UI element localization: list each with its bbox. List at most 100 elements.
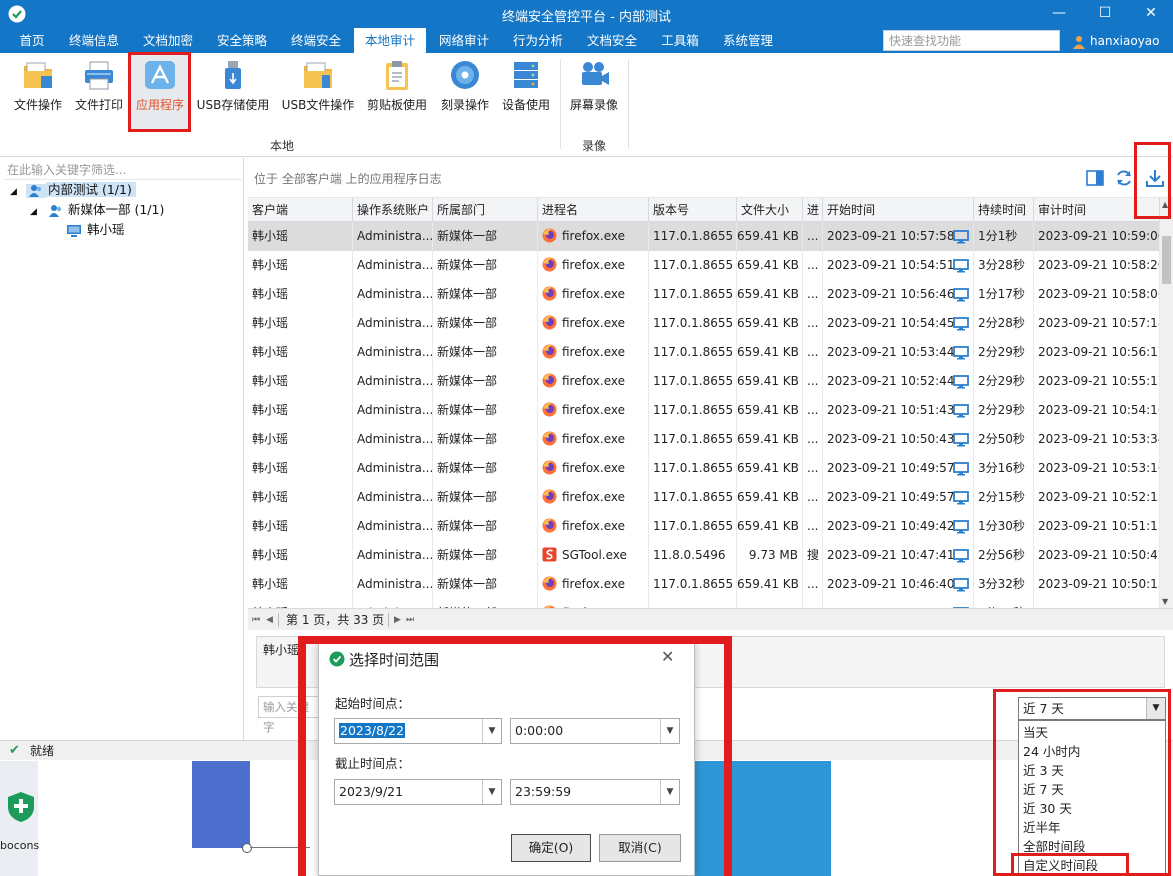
- quick-search-input[interactable]: 快速查找功能: [883, 30, 1060, 51]
- table-row[interactable]: 韩小瑶Administra...新媒体一部firefox.exe117.0.1.…: [248, 454, 1160, 483]
- scrollbar-thumb[interactable]: [1162, 236, 1171, 284]
- table-row[interactable]: 韩小瑶Administra...新媒体一部firefox.exe117.0.1.…: [248, 512, 1160, 541]
- screen-monitor-icon[interactable]: [953, 230, 969, 244]
- ribbon-group-record-label: 录像: [582, 139, 607, 153]
- cell-audit-time: 2023-09-21 10:50:07: [1034, 599, 1160, 608]
- resize-handle[interactable]: [242, 843, 252, 853]
- screen-monitor-icon[interactable]: [953, 346, 969, 360]
- security-shield-icon[interactable]: [6, 791, 36, 823]
- menu-item-home[interactable]: 首页: [8, 28, 56, 53]
- screen-monitor-icon[interactable]: [953, 433, 969, 447]
- screen-monitor-icon[interactable]: [953, 491, 969, 505]
- usb-folder-icon: [301, 59, 335, 91]
- tree-node-dept[interactable]: ◢ 新媒体一部 (1/1): [30, 200, 164, 220]
- table-row[interactable]: 韩小瑶Administra...新媒体一部firefox.exe117.0.1.…: [248, 599, 1160, 608]
- end-time-picker[interactable]: 23:59:59 ▼: [510, 779, 680, 805]
- table-row[interactable]: 韩小瑶Administra...新媒体一部firefox.exe117.0.1.…: [248, 396, 1160, 425]
- chevron-down-icon[interactable]: ▼: [660, 719, 679, 743]
- dialog-close-icon[interactable]: ✕: [661, 647, 674, 666]
- columns-panel-icon[interactable]: [1086, 170, 1104, 186]
- keyword-input[interactable]: 输入关键字: [258, 696, 320, 734]
- column-header-department[interactable]: 所属部门: [433, 198, 538, 222]
- usb-file-operation-button[interactable]: USB文件操作: [278, 53, 358, 133]
- table-row[interactable]: 韩小瑶Administra...新媒体一部firefox.exe117.0.1.…: [248, 251, 1160, 280]
- menu-item-doc-security[interactable]: 文档安全: [580, 28, 644, 53]
- screen-monitor-icon[interactable]: [953, 578, 969, 592]
- screen-monitor-icon[interactable]: [953, 404, 969, 418]
- tree-node-user[interactable]: 韩小瑶: [66, 220, 125, 240]
- screen-recording-button[interactable]: 屏幕录像: [565, 53, 623, 133]
- clipboard-usage-button[interactable]: 剪贴板使用: [363, 53, 431, 133]
- menu-item-security-policy[interactable]: 安全策略: [210, 28, 274, 53]
- menu-item-terminal-info[interactable]: 终端信息: [62, 28, 126, 53]
- column-header-version[interactable]: 版本号: [649, 198, 737, 222]
- column-header-os-account[interactable]: 操作系统账户: [353, 198, 433, 222]
- screen-monitor-icon[interactable]: [953, 462, 969, 476]
- end-date-picker[interactable]: 2023/9/21 ▼: [334, 779, 502, 805]
- start-time-text: 2023-09-21 10:54:51: [827, 258, 955, 272]
- refresh-icon[interactable]: [1115, 169, 1133, 187]
- chevron-down-icon[interactable]: ▼: [482, 719, 501, 743]
- column-header-progress[interactable]: 进: [803, 198, 823, 222]
- column-header-file-size[interactable]: 文件大小: [737, 198, 803, 222]
- cancel-button[interactable]: 取消(C): [599, 834, 681, 862]
- table-row[interactable]: 韩小瑶Administra...新媒体一部firefox.exe117.0.1.…: [248, 483, 1160, 512]
- start-time-picker[interactable]: 0:00:00 ▼: [510, 718, 680, 744]
- next-page-icon[interactable]: ▶: [394, 609, 401, 631]
- table-row[interactable]: 韩小瑶Administra...新媒体一部firefox.exe117.0.1.…: [248, 222, 1160, 251]
- table-row[interactable]: 韩小瑶 Administra... 新媒体一部 SGTool.exe 11.8.0.54…: [248, 541, 1160, 570]
- close-button[interactable]: ✕: [1134, 3, 1168, 25]
- screen-monitor-icon[interactable]: [953, 549, 969, 563]
- screen-monitor-icon[interactable]: [953, 520, 969, 534]
- prev-page-icon[interactable]: ◀: [266, 609, 273, 631]
- screen-monitor-icon[interactable]: [953, 375, 969, 389]
- column-header-duration[interactable]: 持续时间: [974, 198, 1034, 222]
- table-vertical-scrollbar[interactable]: ▲ ▼: [1160, 198, 1173, 608]
- user-menu[interactable]: hanxiaoyao: [1072, 28, 1160, 53]
- menu-item-network-audit[interactable]: 网络审计: [432, 28, 496, 53]
- table-row[interactable]: 韩小瑶Administra...新媒体一部firefox.exe117.0.1.…: [248, 367, 1160, 396]
- screen-monitor-icon[interactable]: [953, 288, 969, 302]
- menu-item-behavior-analysis[interactable]: 行为分析: [506, 28, 570, 53]
- table-row[interactable]: 韩小瑶Administra...新媒体一部firefox.exe117.0.1.…: [248, 425, 1160, 454]
- minimize-button[interactable]: —: [1042, 3, 1076, 25]
- table-row[interactable]: 韩小瑶Administra...新媒体一部firefox.exe117.0.1.…: [248, 309, 1160, 338]
- burn-operation-label: 刻录操作: [440, 98, 489, 112]
- tree-filter-input[interactable]: 在此输入关键字筛选...: [4, 160, 242, 180]
- menu-item-doc-encryption[interactable]: 文档加密: [136, 28, 200, 53]
- ok-button[interactable]: 确定(O): [511, 834, 591, 862]
- screen-monitor-icon[interactable]: [953, 317, 969, 331]
- burn-operation-button[interactable]: 刻录操作: [435, 53, 495, 133]
- tree-node-root[interactable]: ◢ 内部测试 (1/1): [10, 180, 136, 200]
- scroll-down-icon[interactable]: ▼: [1162, 597, 1168, 606]
- table-row[interactable]: 韩小瑶Administra...新媒体一部firefox.exe117.0.1.…: [248, 338, 1160, 367]
- file-print-button[interactable]: 文件打印: [70, 53, 128, 133]
- table-row[interactable]: 韩小瑶Administra...新媒体一部firefox.exe117.0.1.…: [248, 280, 1160, 309]
- menu-item-local-audit[interactable]: 本地审计: [354, 28, 426, 53]
- file-operation-button[interactable]: 文件操作: [8, 53, 68, 133]
- start-date-picker[interactable]: 2023/8/22 ▼: [334, 718, 502, 744]
- cell-os-account: Administra...: [353, 396, 433, 425]
- device-usage-button[interactable]: 设备使用: [497, 53, 555, 133]
- cell-progress: ...: [803, 251, 823, 280]
- desktop-shortcut-label[interactable]: bocons: [0, 839, 39, 852]
- chevron-down-icon[interactable]: ▼: [482, 780, 501, 804]
- column-header-start-time[interactable]: 开始时间: [823, 198, 974, 222]
- screen-monitor-icon[interactable]: [953, 259, 969, 273]
- menu-item-system-management[interactable]: 系统管理: [716, 28, 780, 53]
- cell-audit-time: 2023-09-21 10:56:17: [1034, 338, 1160, 367]
- chevron-down-icon[interactable]: ▼: [660, 780, 679, 804]
- column-header-client[interactable]: 客户端: [248, 198, 353, 222]
- menu-item-terminal-security[interactable]: 终端安全: [284, 28, 348, 53]
- column-header-process[interactable]: 进程名: [538, 198, 649, 222]
- collapse-arrow-icon[interactable]: ◢: [10, 182, 22, 202]
- collapse-arrow-icon[interactable]: ◢: [30, 202, 44, 222]
- maximize-button[interactable]: ☐: [1088, 3, 1122, 25]
- first-page-icon[interactable]: ⏮: [252, 609, 260, 631]
- cell-process: firefox.exe: [538, 251, 649, 280]
- usb-storage-button[interactable]: USB存储使用: [193, 53, 273, 133]
- cell-duration: 3分28秒: [974, 251, 1034, 280]
- last-page-icon[interactable]: ⏭: [406, 609, 414, 631]
- menu-item-toolbox[interactable]: 工具箱: [654, 28, 706, 53]
- table-row[interactable]: 韩小瑶Administra...新媒体一部firefox.exe117.0.1.…: [248, 570, 1160, 599]
